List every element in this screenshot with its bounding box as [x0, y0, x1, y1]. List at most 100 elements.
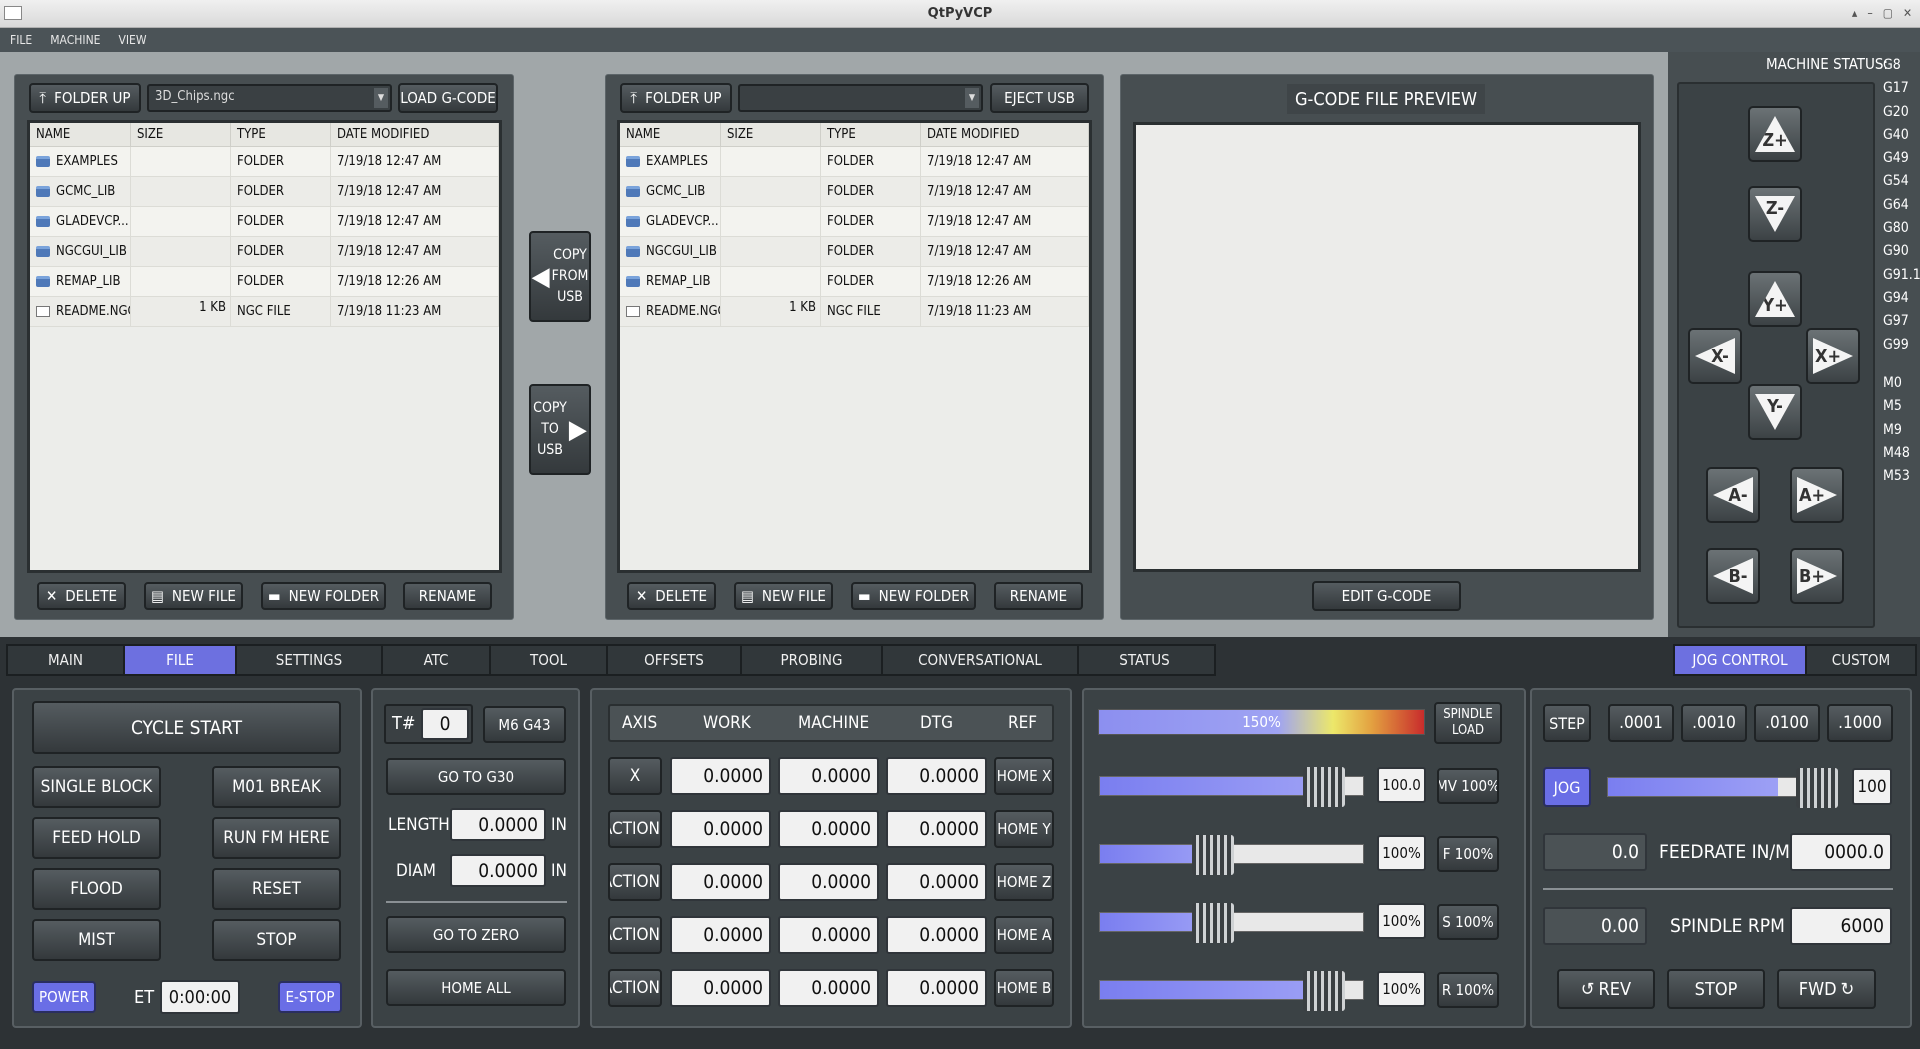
delete-button[interactable]: ✕ DELETE	[37, 582, 126, 610]
home-x-button[interactable]: HOME X	[994, 757, 1054, 795]
max-velocity-slider[interactable]	[1099, 767, 1364, 807]
power-button[interactable]: POWER	[32, 981, 96, 1013]
usb-rename-button[interactable]: RENAME	[994, 582, 1083, 610]
diam-field[interactable]: 0.0000	[450, 854, 546, 887]
file-row[interactable]: REMAP_LIB FOLDER 7/19/18 12:26 AM	[30, 267, 499, 297]
work-field[interactable]: 0.0000	[670, 916, 771, 954]
usb-folder-up-button[interactable]: ⤒ FOLDER UP	[620, 83, 732, 113]
file-row[interactable]: NGCGUI_LIB FOLDER 7/19/18 12:47 AM	[30, 237, 499, 267]
rapid-override-slider[interactable]	[1099, 971, 1364, 1011]
rapid-override-reset-button[interactable]: R 100%	[1437, 972, 1499, 1008]
copy-from-usb-button[interactable]: ◀ COPY FROM USB	[529, 231, 591, 322]
col-name[interactable]: NAME	[620, 123, 721, 146]
m6-g43-button[interactable]: M6 G43	[483, 706, 566, 743]
mist-button[interactable]: MIST	[32, 919, 161, 961]
run-from-here-button[interactable]: RUN FM HERE	[212, 817, 341, 859]
slider-handle[interactable]	[1302, 767, 1345, 807]
tab-settings[interactable]: SETTINGS	[237, 646, 383, 674]
jog-b-minus-button[interactable]: B-	[1706, 548, 1760, 604]
maximize-icon[interactable]: ▢	[1883, 6, 1893, 20]
file-row[interactable]: GCMC_LIB FOLDER 7/19/18 12:47 AM	[620, 177, 1089, 207]
go-to-g30-button[interactable]: GO TO G30	[386, 758, 566, 795]
axis-button[interactable]: ACTION	[608, 916, 662, 954]
step-1000-button[interactable]: .1000	[1827, 704, 1893, 742]
rename-button[interactable]: RENAME	[403, 582, 492, 610]
estop-button[interactable]: E-STOP	[278, 981, 342, 1013]
window-up-icon[interactable]: ▴	[1852, 6, 1857, 20]
jog-speed-slider[interactable]	[1607, 768, 1838, 808]
jog-z-plus-button[interactable]: Z+	[1748, 106, 1802, 162]
home-b-button[interactable]: HOME B	[994, 969, 1054, 1007]
work-field[interactable]: 0.0000	[670, 810, 771, 848]
usb-new-folder-button[interactable]: ▬ NEW FOLDER	[851, 582, 976, 610]
usb-new-file-button[interactable]: ▤ NEW FILE	[734, 582, 833, 610]
axis-button[interactable]: ACTION	[608, 810, 662, 848]
col-name[interactable]: NAME	[30, 123, 131, 146]
file-row[interactable]: EXAMPLES FOLDER 7/19/18 12:47 AM	[620, 147, 1089, 177]
work-field[interactable]: 0.0000	[670, 863, 771, 901]
cycle-start-button[interactable]: CYCLE START	[32, 701, 341, 754]
file-row[interactable]: README.NGC 1 KB NGC FILE 7/19/18 11:23 AM	[620, 297, 1089, 327]
tool-number-field[interactable]: 0	[421, 708, 469, 740]
jog-x-minus-button[interactable]: X-	[1688, 328, 1742, 384]
home-z-button[interactable]: HOME Z	[994, 863, 1054, 901]
jog-y-plus-button[interactable]: Y+	[1748, 271, 1802, 327]
tab-atc[interactable]: ATC	[383, 646, 491, 674]
jog-a-minus-button[interactable]: A-	[1706, 467, 1760, 523]
stop-button[interactable]: STOP	[212, 919, 341, 961]
new-file-button[interactable]: ▤ NEW FILE	[144, 582, 243, 610]
file-row[interactable]: EXAMPLES FOLDER 7/19/18 12:47 AM	[30, 147, 499, 177]
slider-handle[interactable]	[1192, 903, 1235, 943]
col-size[interactable]: SIZE	[721, 123, 821, 146]
file-row[interactable]: README.NGC 1 KB NGC FILE 7/19/18 11:23 AM	[30, 297, 499, 327]
feed-override-slider[interactable]	[1099, 835, 1364, 875]
spindle-forward-button[interactable]: FWD ↻	[1777, 969, 1876, 1009]
close-icon[interactable]: ✕	[1903, 6, 1912, 20]
slider-handle[interactable]	[1302, 971, 1345, 1011]
file-row[interactable]: NGCGUI_LIB FOLDER 7/19/18 12:47 AM	[620, 237, 1089, 267]
folder-up-button[interactable]: ⤒ FOLDER UP	[29, 83, 141, 113]
usb-delete-button[interactable]: ✕ DELETE	[627, 582, 716, 610]
axis-button[interactable]: X	[608, 757, 662, 795]
tab-custom[interactable]: CUSTOM	[1807, 646, 1915, 674]
step-0010-button[interactable]: .0010	[1681, 704, 1747, 742]
jog-mode-button[interactable]: JOG	[1543, 767, 1591, 807]
spindle-override-slider[interactable]	[1099, 903, 1364, 943]
jog-x-plus-button[interactable]: X+	[1806, 328, 1860, 384]
axis-button[interactable]: ACTION	[608, 969, 662, 1007]
local-file-list[interactable]: NAME SIZE TYPE DATE MODIFIED EXAMPLES FOL…	[27, 120, 502, 573]
file-row[interactable]: REMAP_LIB FOLDER 7/19/18 12:26 AM	[620, 267, 1089, 297]
home-all-button[interactable]: HOME ALL	[386, 969, 566, 1006]
col-type[interactable]: TYPE	[821, 123, 921, 146]
minimize-icon[interactable]: –	[1867, 6, 1872, 20]
file-row[interactable]: GCMC_LIB FOLDER 7/19/18 12:47 AM	[30, 177, 499, 207]
col-date[interactable]: DATE MODIFIED	[331, 123, 499, 146]
single-block-button[interactable]: SINGLE BLOCK	[32, 766, 161, 808]
load-gcode-button[interactable]: LOAD G-CODE	[398, 83, 498, 113]
tab-tool[interactable]: TOOL	[491, 646, 608, 674]
jog-y-minus-button[interactable]: Y-	[1748, 384, 1802, 440]
col-date[interactable]: DATE MODIFIED	[921, 123, 1089, 146]
home-a-button[interactable]: HOME A	[994, 916, 1054, 954]
feedrate-field[interactable]: 0000.0	[1790, 833, 1892, 871]
work-field[interactable]: 0.0000	[670, 969, 771, 1007]
step-0001-button[interactable]: .0001	[1608, 704, 1674, 742]
tab-status[interactable]: STATUS	[1079, 646, 1210, 674]
feed-hold-button[interactable]: FEED HOLD	[32, 817, 161, 859]
jog-a-plus-button[interactable]: A+	[1790, 467, 1844, 523]
tab-offsets[interactable]: OFFSETS	[608, 646, 742, 674]
length-field[interactable]: 0.0000	[450, 808, 546, 841]
file-combo[interactable]: 3D_Chips.ngc ▼	[147, 84, 392, 112]
gcode-preview-area[interactable]	[1133, 122, 1641, 572]
usb-combo[interactable]: ▼	[738, 84, 983, 112]
m01-break-button[interactable]: M01 BREAK	[212, 766, 341, 808]
tab-probing[interactable]: PROBING	[742, 646, 883, 674]
tab-main[interactable]: MAIN	[8, 646, 125, 674]
eject-usb-button[interactable]: EJECT USB	[990, 83, 1089, 113]
copy-to-usb-button[interactable]: COPY TO USB ▶	[529, 384, 591, 475]
axis-button[interactable]: ACTION	[608, 863, 662, 901]
home-y-button[interactable]: HOME Y	[994, 810, 1054, 848]
jog-z-minus-button[interactable]: Z-	[1748, 186, 1802, 242]
spindle-override-reset-button[interactable]: S 100%	[1437, 904, 1499, 940]
file-row[interactable]: GLADEVCP... FOLDER 7/19/18 12:47 AM	[620, 207, 1089, 237]
